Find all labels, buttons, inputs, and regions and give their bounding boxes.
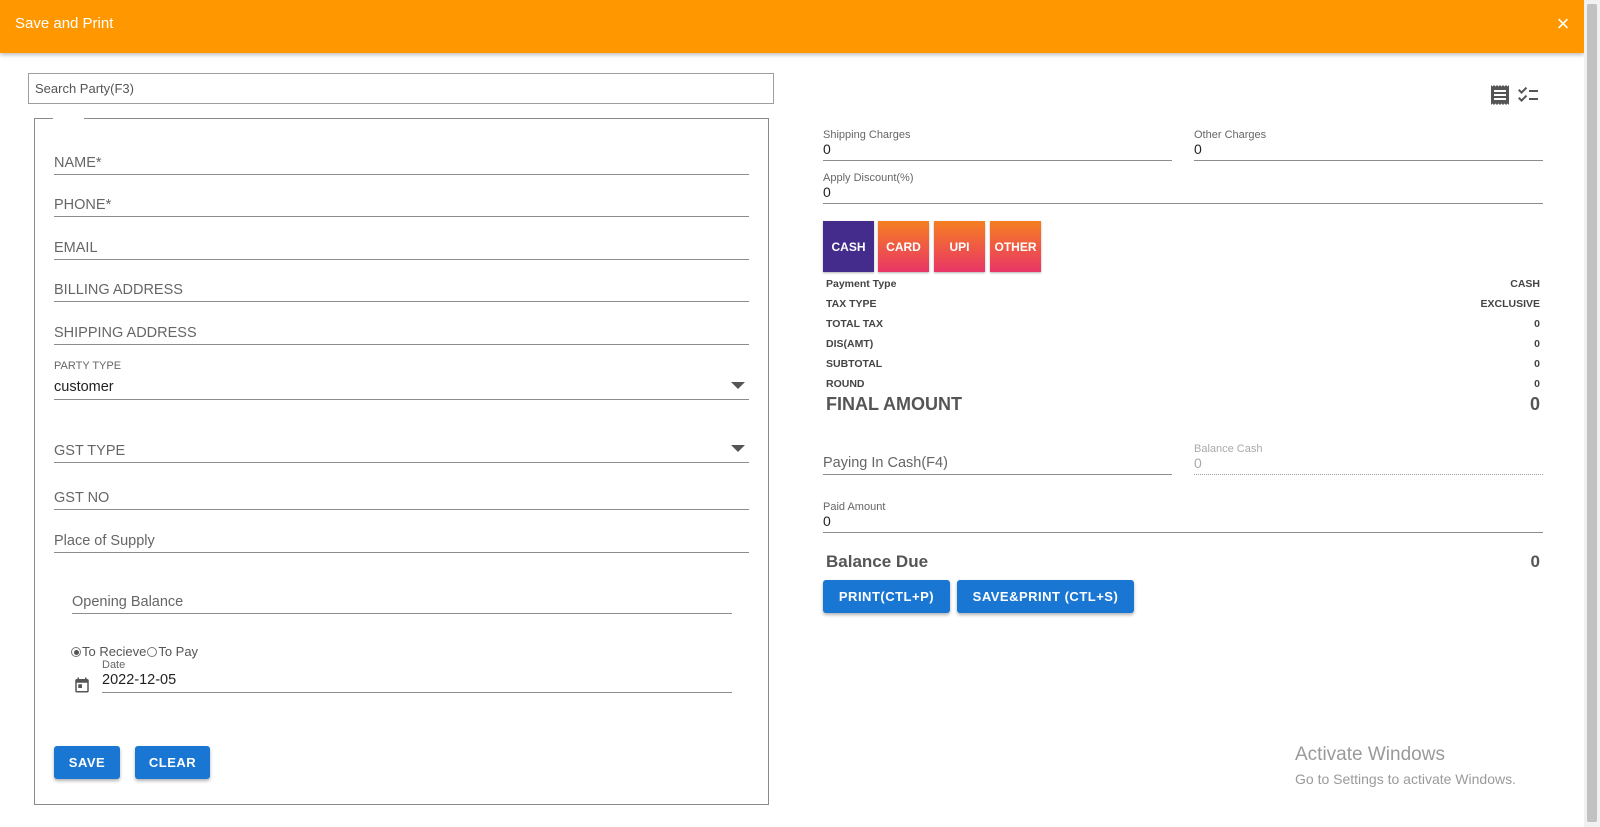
dialog-title: Save and Print (15, 15, 114, 32)
other-charges-field[interactable]: Other Charges 0 (1194, 129, 1543, 161)
save-print-button[interactable]: SAVE&PRINT (CTL+S) (957, 580, 1134, 613)
summary-value: 0 (1534, 338, 1540, 350)
other-charges-label: Other Charges (1194, 129, 1267, 141)
email-field[interactable]: EMAIL (54, 232, 749, 260)
gst-type-placeholder: GST TYPE (54, 443, 126, 459)
shipping-charges-field[interactable]: Shipping Charges 0 (823, 129, 1172, 161)
billing-address-field[interactable]: BILLING ADDRESS (54, 274, 749, 302)
print-button[interactable]: PRINT(CTL+P) (823, 580, 950, 613)
party-type-select[interactable]: PARTY TYPE customer (54, 360, 749, 400)
payment-card-button[interactable]: CARD (878, 221, 929, 272)
party-type-value: customer (54, 379, 114, 395)
view-toggle-icons (1488, 83, 1540, 109)
watermark-title: Activate Windows (1295, 744, 1445, 765)
payment-other-button[interactable]: OTHER (990, 221, 1041, 272)
summary-row-total-tax: TOTAL TAX 0 (826, 318, 1540, 330)
paid-amount-field[interactable]: Paid Amount 0 (823, 501, 1543, 533)
billing-address-placeholder: BILLING ADDRESS (54, 282, 183, 298)
opening-balance-field[interactable]: Opening Balance (72, 586, 732, 614)
receipt-icon[interactable] (1488, 83, 1512, 107)
summary-label: TAX TYPE (826, 298, 877, 310)
search-party-input[interactable] (28, 73, 774, 104)
balance-due-row: Balance Due 0 (826, 552, 1540, 572)
summary-row-discount-amount: DIS(AMT) 0 (826, 338, 1540, 350)
shipping-address-placeholder: SHIPPING ADDRESS (54, 325, 197, 341)
summary-row-round: ROUND 0 (826, 378, 1540, 390)
close-icon[interactable]: × (1550, 11, 1576, 37)
date-value: 2022-12-05 (102, 672, 177, 688)
balance-cash-field: Balance Cash 0 (1194, 443, 1543, 475)
gst-no-field[interactable]: GST NO (54, 482, 749, 510)
payment-upi-button[interactable]: UPI (934, 221, 985, 272)
opening-balance-placeholder: Opening Balance (72, 594, 184, 610)
place-of-supply-placeholder: Place of Supply (54, 533, 155, 549)
paid-amount-label: Paid Amount (823, 501, 886, 513)
apply-discount-field[interactable]: Apply Discount(%) 0 (823, 172, 1543, 204)
summary-value: 0 (1534, 378, 1540, 390)
clear-button[interactable]: CLEAR (135, 746, 210, 779)
gst-type-select[interactable]: GST TYPE (54, 435, 749, 463)
party-type-label: PARTY TYPE (54, 360, 122, 372)
watermark-subtitle: Go to Settings to activate Windows. (1295, 771, 1516, 787)
balance-cash-label: Balance Cash (1194, 443, 1263, 455)
to-receive-label: To Recieve (82, 644, 147, 659)
chevron-down-icon[interactable] (731, 445, 745, 452)
summary-label: DIS(AMT) (826, 338, 874, 350)
gst-no-placeholder: GST NO (54, 490, 110, 506)
phone-placeholder: PHONE* (54, 197, 112, 213)
checklist-icon[interactable] (1516, 83, 1540, 107)
chevron-down-icon[interactable] (731, 382, 745, 389)
other-charges-value: 0 (1194, 141, 1202, 157)
save-button[interactable]: SAVE (54, 746, 120, 779)
activate-windows-watermark: Activate Windows Go to Settings to activ… (1295, 744, 1516, 787)
shipping-charges-label: Shipping Charges (823, 129, 911, 141)
summary-row-payment-type: Payment Type CASH (826, 278, 1540, 290)
final-amount-label: FINAL AMOUNT (826, 394, 962, 414)
summary-label: SUBTOTAL (826, 358, 883, 370)
summary-value: 0 (1534, 358, 1540, 370)
to-pay-radio[interactable] (147, 646, 158, 657)
apply-discount-value: 0 (823, 184, 831, 200)
final-amount-row: FINAL AMOUNT 0 (826, 394, 1540, 415)
summary-value: EXCLUSIVE (1480, 298, 1540, 310)
summary-row-tax-type: TAX TYPE EXCLUSIVE (826, 298, 1540, 310)
balance-due-label: Balance Due (826, 552, 929, 571)
date-label: Date (102, 659, 126, 671)
summary-label: Payment Type (826, 278, 897, 290)
name-field[interactable]: NAME* (54, 147, 749, 175)
final-amount-value: 0 (1529, 394, 1540, 414)
to-receive-radio[interactable] (71, 646, 81, 657)
summary-value: CASH (1510, 278, 1540, 290)
date-field[interactable]: Date 2022-12-05 (102, 659, 732, 693)
balance-direction-radio-group: To Recieve To Pay (71, 644, 198, 659)
dialog-header: Save and Print × (0, 0, 1584, 53)
summary-row-subtotal: SUBTOTAL 0 (826, 358, 1540, 370)
summary-label: ROUND (826, 378, 865, 390)
party-form: NAME* PHONE* EMAIL BILLING ADDRESS SHIPP… (34, 117, 769, 805)
to-pay-label: To Pay (158, 644, 199, 659)
calendar-icon[interactable] (73, 676, 91, 694)
shipping-charges-value: 0 (823, 141, 831, 157)
phone-field[interactable]: PHONE* (54, 189, 749, 217)
name-placeholder: NAME* (54, 155, 102, 171)
apply-discount-label: Apply Discount(%) (823, 172, 914, 184)
balance-due-value: 0 (1530, 552, 1540, 571)
form-legend-notch (53, 117, 84, 121)
payment-cash-button[interactable]: CASH (823, 221, 874, 272)
scrollbar-thumb[interactable] (1587, 4, 1597, 822)
email-placeholder: EMAIL (54, 240, 98, 256)
balance-cash-value: 0 (1194, 455, 1202, 471)
vertical-scrollbar[interactable] (1584, 0, 1600, 827)
paying-in-cash-placeholder: Paying In Cash(F4) (823, 455, 948, 471)
summary-label: TOTAL TAX (826, 318, 883, 330)
place-of-supply-field[interactable]: Place of Supply (54, 525, 749, 553)
paying-in-cash-field[interactable]: Paying In Cash(F4) (823, 443, 1172, 475)
paid-amount-value: 0 (823, 513, 831, 529)
shipping-address-field[interactable]: SHIPPING ADDRESS (54, 317, 749, 345)
summary-value: 0 (1534, 318, 1540, 330)
